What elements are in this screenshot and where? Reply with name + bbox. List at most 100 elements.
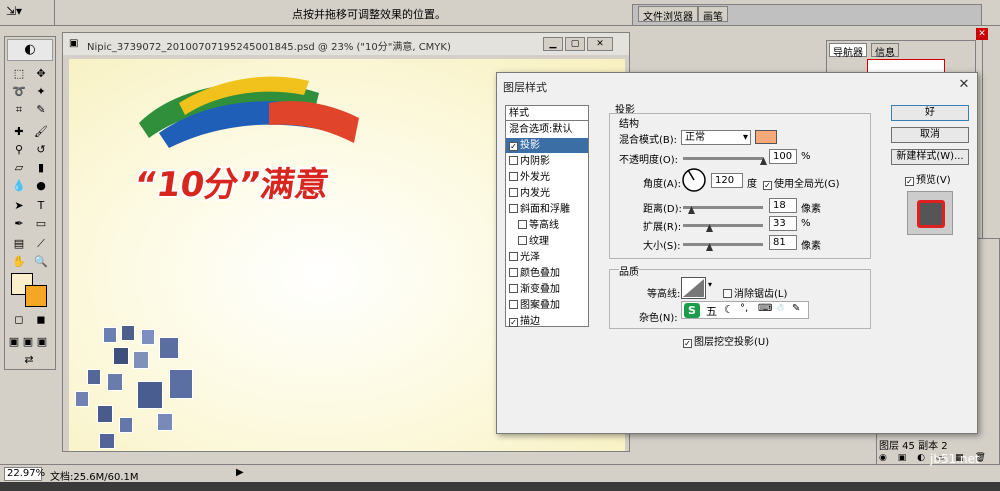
style-item[interactable]: 光泽 (506, 250, 588, 265)
blur-tool-icon[interactable]: 💧 (9, 177, 29, 195)
background-color-swatch[interactable] (25, 285, 47, 307)
clone-stamp-icon[interactable]: ⚲ (9, 141, 29, 159)
contour-picker[interactable]: ▾ (681, 277, 715, 299)
move-tool-icon[interactable]: ✥ (31, 65, 51, 83)
healing-brush-icon[interactable]: ✚ (9, 123, 29, 141)
gradient-tool-icon[interactable]: ▮ (31, 159, 51, 177)
style-item[interactable]: 渐变叠加 (506, 282, 588, 297)
shadow-color-swatch[interactable] (755, 130, 777, 144)
slider-thumb[interactable] (760, 155, 767, 165)
maximize-button[interactable]: ▢ (565, 37, 585, 51)
slice-tool-icon[interactable]: ✎ (31, 101, 51, 119)
ime-moon-icon[interactable]: ☾ (724, 303, 734, 316)
checkbox-icon[interactable] (509, 284, 518, 293)
checkbox-icon[interactable] (509, 156, 518, 165)
shape-tool-icon[interactable]: ▭ (31, 215, 51, 233)
screen-mode-full-menu-icon[interactable]: ▣ (21, 333, 35, 351)
preview-checkbox[interactable]: ✓ 预览(V) (905, 171, 951, 186)
checkbox-icon[interactable] (518, 220, 527, 229)
history-brush-icon[interactable]: ↺ (31, 141, 51, 159)
checkbox-icon[interactable] (509, 188, 518, 197)
dialog-close-button[interactable]: ✕ (955, 77, 973, 93)
opacity-slider[interactable] (683, 157, 767, 165)
minimize-button[interactable]: ▁ (543, 37, 563, 51)
hand-tool-icon[interactable]: ✋ (9, 253, 29, 271)
ime-skin-icon[interactable]: ☃ (776, 303, 785, 314)
tab-brushes[interactable]: 画笔 (698, 6, 728, 23)
tab-navigator[interactable]: 导航器 (829, 43, 867, 59)
document-titlebar[interactable]: ▣ Nipic_3739072_20100707195245001845.psd… (63, 33, 629, 55)
adobe-logo-icon[interactable]: ◐ (7, 39, 53, 61)
global-light-checkbox[interactable]: ✓ 使用全局光(G) (763, 175, 840, 190)
new-style-button[interactable]: 新建样式(W)... (891, 149, 969, 165)
style-item[interactable]: 纹理 (506, 234, 588, 249)
distance-slider[interactable] (683, 204, 763, 214)
lasso-tool-icon[interactable]: ➰ (9, 83, 29, 101)
checkbox-icon[interactable] (509, 300, 518, 309)
checkbox-icon[interactable] (509, 204, 518, 213)
tab-file-browser[interactable]: 文件浏览器 (638, 6, 698, 23)
checkbox-icon[interactable] (509, 252, 518, 261)
angle-input[interactable]: 120 (711, 173, 743, 188)
size-input[interactable]: 81 (769, 235, 797, 250)
size-slider[interactable] (683, 241, 763, 251)
spread-input[interactable]: 33 (769, 216, 797, 231)
pen-tool-icon[interactable]: ✒ (9, 215, 29, 233)
screen-mode-full-icon[interactable]: ▣ (35, 333, 49, 351)
slider-thumb[interactable] (706, 222, 714, 232)
style-item[interactable]: 内发光 (506, 186, 588, 201)
ime-mode-label[interactable]: 五 (706, 303, 717, 319)
jump-to-imageready-icon[interactable]: ⇄ (19, 351, 39, 369)
marquee-tool-icon[interactable]: ⬚ (9, 65, 29, 83)
checkbox-checked-icon[interactable]: ✓ (509, 318, 518, 327)
panel-close-icon[interactable]: ✕ (976, 28, 988, 40)
style-item[interactable]: ✓ 投影 (506, 138, 588, 153)
zoom-field[interactable]: 22.97% (4, 467, 45, 481)
slider-thumb[interactable] (705, 241, 713, 251)
magic-wand-icon[interactable]: ✦ (31, 83, 51, 101)
status-menu-arrow-icon[interactable]: ▶ (236, 467, 244, 478)
ime-tools-icon[interactable]: ✎ (792, 303, 800, 314)
screen-mode-standard-icon[interactable]: ▣ (7, 333, 21, 351)
style-item[interactable]: 图案叠加 (506, 298, 588, 313)
notes-tool-icon[interactable]: ▤ (9, 235, 29, 253)
styles-header[interactable]: 样式 (506, 106, 588, 121)
ime-keyboard-icon[interactable]: ⌨ (758, 303, 772, 314)
eraser-tool-icon[interactable]: ▱ (9, 159, 29, 177)
close-button[interactable]: ✕ (587, 37, 613, 51)
style-item[interactable]: ✓ 描边 (506, 314, 588, 329)
ok-button[interactable]: 好 (891, 105, 969, 121)
type-tool-icon[interactable]: T (31, 197, 51, 215)
slider-thumb[interactable] (688, 204, 695, 214)
style-item[interactable]: 内阴影 (506, 154, 588, 169)
style-item[interactable]: 混合选项:默认 (506, 122, 588, 137)
ime-punctuation-icon[interactable]: °, (740, 303, 748, 314)
quick-mask-icon[interactable]: ◼ (31, 311, 51, 329)
style-item[interactable]: 颜色叠加 (506, 266, 588, 281)
distance-input[interactable]: 18 (769, 198, 797, 213)
style-item[interactable]: 斜面和浮雕 (506, 202, 588, 217)
zoom-tool-icon[interactable]: 🔍 (31, 253, 51, 271)
style-item[interactable]: 外发光 (506, 170, 588, 185)
sogou-ime-icon[interactable]: S (684, 303, 700, 318)
antialias-checkbox[interactable]: 消除锯齿(L) (723, 285, 787, 300)
cancel-button[interactable]: 取消 (891, 127, 969, 143)
spread-slider[interactable] (683, 222, 763, 232)
tab-info[interactable]: 信息 (871, 43, 899, 59)
knockout-checkbox[interactable]: ✓ 图层挖空投影(U) (683, 333, 769, 348)
checkbox-icon[interactable] (509, 268, 518, 277)
checkbox-icon[interactable] (509, 172, 518, 181)
brush-tool-icon[interactable]: 🖌 (31, 123, 51, 141)
layer-name[interactable]: 图层 45 副本 2 (879, 437, 948, 452)
opacity-input[interactable]: 100 (769, 149, 797, 164)
path-selection-icon[interactable]: ➤ (9, 197, 29, 215)
dodge-tool-icon[interactable]: ● (31, 177, 51, 195)
angle-dial[interactable] (681, 167, 707, 193)
checkbox-icon[interactable] (518, 236, 527, 245)
ime-toolbar[interactable]: S 五 ☾ °, ⌨ ☃ ✎ (681, 301, 809, 319)
checkbox-checked-icon[interactable]: ✓ (509, 142, 518, 151)
eyedropper-icon[interactable]: ⟋ (31, 235, 51, 253)
navigator-thumbnail[interactable] (867, 59, 945, 73)
standard-mode-icon[interactable]: ◻ (9, 311, 29, 329)
crop-tool-icon[interactable]: ⌗ (9, 101, 29, 119)
